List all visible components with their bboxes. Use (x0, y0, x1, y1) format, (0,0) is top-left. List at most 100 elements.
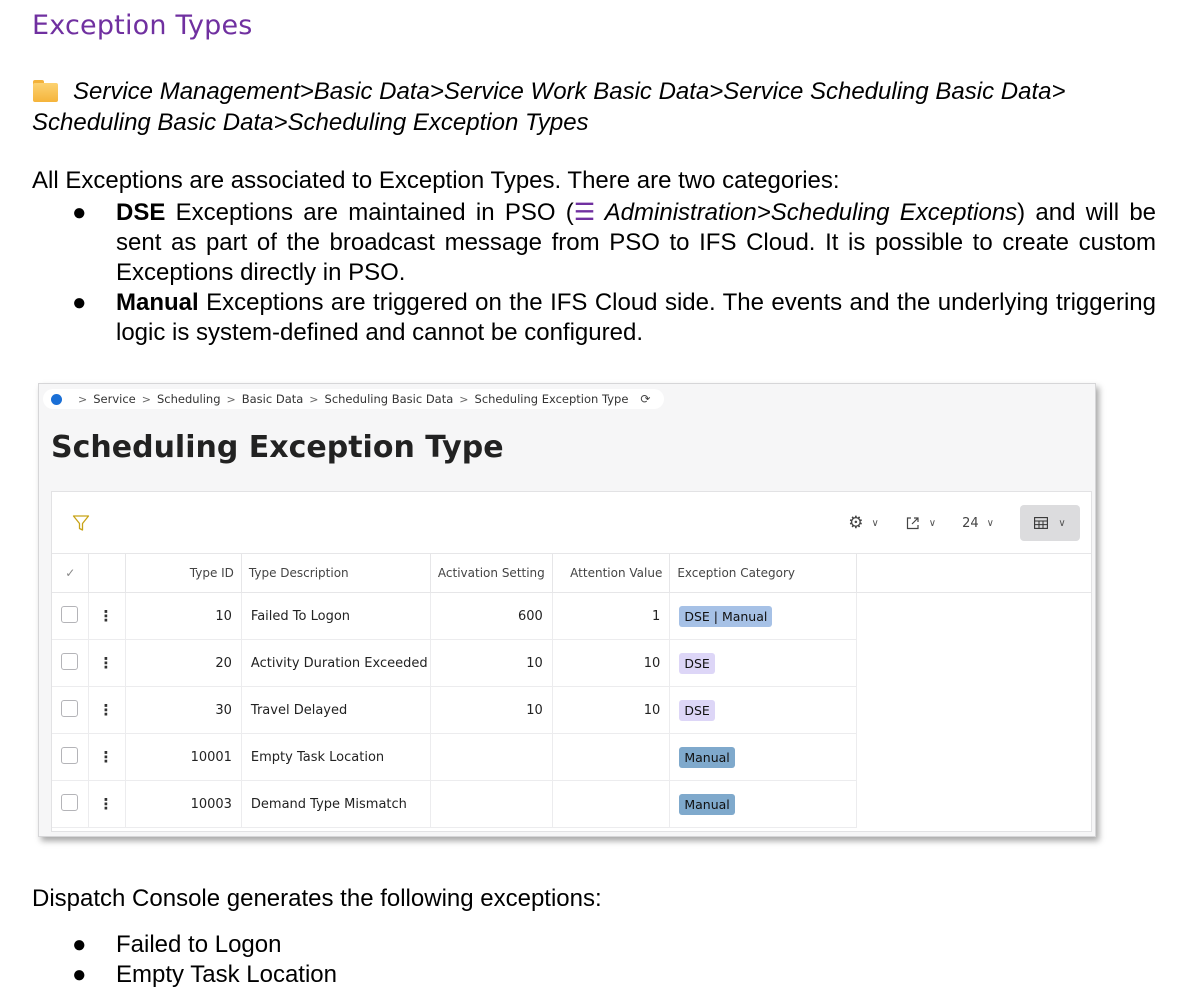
bullet-icon: ● (72, 931, 87, 958)
cell-description: Demand Type Mismatch (241, 780, 431, 828)
table-row[interactable]: ⋮ 10003 Demand Type Mismatch Manual (52, 780, 857, 828)
folder-icon (32, 80, 59, 102)
cell-type-id: 20 (125, 639, 242, 687)
cell-activation (430, 780, 553, 828)
row-checkbox[interactable] (61, 793, 78, 811)
row-checkbox[interactable] (61, 746, 78, 764)
table-row[interactable]: ⋮ 10 Failed To Logon 600 1 DSE | Manual (52, 592, 857, 640)
list-item: ● Failed to Logon (62, 930, 1156, 960)
cell-attention (552, 733, 671, 781)
home-icon[interactable] (51, 393, 62, 405)
cell-attention: 10 (552, 686, 671, 734)
cell-type-id: 10 (125, 592, 242, 640)
cell-attention: 10 (552, 639, 671, 687)
category-badge: DSE (679, 652, 715, 674)
chevron-down-icon: ∨ (871, 517, 879, 529)
table-card: ⚙ ∨ ∨ 24 ∨ ∨ ✓ Type ID Type Description … (51, 491, 1092, 832)
export-button[interactable]: ∨ (905, 515, 936, 531)
generated-exceptions-list: ● Failed to Logon ● Empty Task Location (62, 930, 1156, 990)
column-header-type-description[interactable]: Type Description (241, 553, 431, 593)
refresh-icon[interactable]: ⟳ (640, 392, 650, 406)
navigation-path: Service Management>Basic Data>Service Wo… (32, 76, 1162, 138)
exception-type-table: ✓ Type ID Type Description Activation Se… (52, 553, 857, 828)
table-row[interactable]: ⋮ 30 Travel Delayed 10 10 DSE (52, 686, 857, 734)
chevron-down-icon: ∨ (986, 517, 994, 529)
category-badge: Manual (679, 793, 735, 815)
category-badge: DSE (679, 699, 715, 721)
row-checkbox[interactable] (61, 605, 78, 623)
breadcrumb-item-scheduling-basic-data[interactable]: Scheduling Basic Data (325, 392, 454, 406)
page-size-select[interactable]: 24 ∨ (962, 516, 994, 531)
bullet-icon: ● (72, 961, 87, 988)
page-title: Scheduling Exception Type (51, 430, 504, 465)
category-badge: Manual (679, 746, 735, 768)
list-item: ● Empty Task Location (62, 960, 1156, 990)
chevron-right-icon: > (459, 392, 469, 406)
cell-activation (430, 733, 553, 781)
select-all-checkbox[interactable]: ✓ (52, 553, 90, 593)
breadcrumb-item-service[interactable]: Service (93, 392, 136, 406)
intro-text: All Exceptions are associated to Excepti… (32, 167, 840, 194)
column-header-exception-category[interactable]: Exception Category (669, 553, 857, 593)
column-header-attention-value[interactable]: Attention Value (552, 553, 671, 593)
cell-activation: 10 (430, 686, 553, 734)
column-header-activation-setting[interactable]: Activation Setting (430, 553, 553, 593)
header-actions (88, 553, 127, 593)
column-header-type-id[interactable]: Type ID (125, 553, 242, 593)
more-options-icon[interactable]: ⋮ (98, 748, 113, 766)
page-size-value: 24 (962, 515, 979, 531)
dse-text: Exceptions are maintained in PSO ( (165, 199, 574, 226)
cell-description: Travel Delayed (241, 686, 431, 734)
table-row[interactable]: ⋮ 10001 Empty Task Location Manual (52, 733, 857, 781)
gear-icon: ⚙ (848, 513, 864, 533)
outro-text: Dispatch Console generates the following… (32, 885, 602, 912)
table-layout-button[interactable]: ∨ (1020, 505, 1080, 541)
manual-term: Manual (116, 289, 199, 316)
settings-button[interactable]: ⚙ ∨ (848, 513, 879, 533)
list-item-text: Failed to Logon (116, 931, 282, 958)
more-options-icon[interactable]: ⋮ (98, 654, 113, 672)
more-options-icon[interactable]: ⋮ (98, 701, 113, 719)
chevron-right-icon: > (226, 392, 236, 406)
document-heading: Exception Types (32, 10, 253, 41)
category-badge: DSE | Manual (679, 605, 773, 627)
cell-activation: 10 (430, 639, 553, 687)
bullet-icon: ● (72, 199, 87, 226)
filter-icon[interactable] (72, 514, 90, 532)
table-header-row: ✓ Type ID Type Description Activation Se… (52, 553, 857, 593)
table-row[interactable]: ⋮ 20 Activity Duration Exceeded 10 10 DS… (52, 639, 857, 687)
more-options-icon[interactable]: ⋮ (98, 795, 113, 813)
row-checkbox[interactable] (61, 699, 78, 717)
cell-attention (552, 780, 671, 828)
more-options-icon[interactable]: ⋮ (98, 607, 113, 625)
breadcrumb-item-scheduling[interactable]: Scheduling (157, 392, 221, 406)
chevron-down-icon: ∨ (928, 517, 937, 529)
cell-type-id: 10001 (125, 733, 242, 781)
table-toolbar: ⚙ ∨ ∨ 24 ∨ ∨ (848, 504, 1091, 542)
breadcrumb: > Service > Scheduling > Basic Data > Sc… (43, 389, 665, 409)
navigation-path-line2: Scheduling Basic Data>Scheduling Excepti… (32, 109, 589, 136)
chevron-right-icon: > (141, 392, 151, 406)
pso-path: Administration>Scheduling Exceptions (595, 199, 1018, 226)
header-filler (857, 553, 1091, 593)
export-icon (906, 517, 919, 530)
app-screenshot: > Service > Scheduling > Basic Data > Sc… (38, 383, 1096, 837)
cell-attention: 1 (552, 592, 671, 640)
breadcrumb-item-current: Scheduling Exception Type (474, 392, 629, 406)
dse-term: DSE (116, 199, 166, 226)
cell-type-id: 10003 (125, 780, 242, 828)
cell-type-id: 30 (125, 686, 242, 734)
cell-description: Empty Task Location (241, 733, 431, 781)
list-item: ● Manual Exceptions are triggered on the … (62, 288, 1156, 348)
manual-text: Exceptions are triggered on the IFS Clou… (116, 289, 1156, 346)
cell-description: Failed To Logon (241, 592, 431, 640)
menu-icon: ☰ (573, 199, 596, 226)
breadcrumb-item-basic-data[interactable]: Basic Data (242, 392, 304, 406)
cell-description: Activity Duration Exceeded (241, 639, 431, 687)
row-checkbox[interactable] (61, 652, 78, 670)
chevron-right-icon: > (309, 392, 319, 406)
table-icon (1034, 517, 1049, 529)
chevron-down-icon: ∨ (1058, 517, 1066, 529)
category-list: ● DSE Exceptions are maintained in PSO (☰… (62, 198, 1156, 348)
list-item-text: Empty Task Location (116, 961, 338, 988)
